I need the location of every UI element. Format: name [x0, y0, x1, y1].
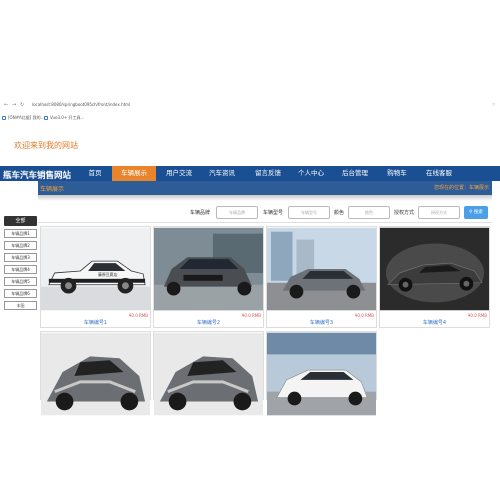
car-card[interactable]: ¥0.0 RMB 车辆编号4	[379, 226, 490, 328]
car-title[interactable]: 车辆编号4	[380, 319, 489, 326]
car-title[interactable]: 车辆编号2	[154, 319, 263, 326]
section-header: 车辆展示 您现在的位置：车辆展示	[38, 181, 492, 195]
car-title[interactable]: 车辆编号1	[41, 319, 150, 326]
site-brand[interactable]: 瓶车汽车销售网站	[3, 169, 71, 181]
method-filter-label: 授权方式	[394, 210, 415, 216]
address-bar[interactable]: localhost:8080/springboot095ch/front/ind…	[32, 102, 130, 107]
model-filter-label: 车辆型号	[263, 210, 284, 216]
nav-online-service[interactable]: 在线客服	[420, 166, 458, 181]
nav-user-forum[interactable]: 用户交流	[160, 166, 198, 181]
nav-user-center[interactable]: 个人中心	[292, 166, 330, 181]
car-price: ¥0.0 RMB	[241, 313, 261, 318]
folder-icon	[2, 116, 6, 120]
category-all[interactable]: 全部	[4, 216, 37, 226]
car-card[interactable]	[40, 331, 151, 416]
nav-home[interactable]: 首页	[78, 166, 112, 181]
category-item[interactable]: 车辆品牌4	[4, 265, 37, 274]
bookmarks-bar: [ON#A比据] 我的... Vue3.0+ 开工具...	[0, 114, 500, 124]
filter-divider	[38, 222, 492, 223]
main-navbar: 瓶车汽车销售网站 首页 车辆展示 用户交流 汽车资讯 留言反馈 个人中心 后台管…	[0, 166, 500, 181]
bookmark-item[interactable]: [ON#A比据] 我的...	[2, 115, 44, 121]
back-icon[interactable]: ←	[4, 102, 8, 108]
car-photo	[41, 332, 150, 416]
category-sidebar: 全部 车辆品牌1 车辆品牌2 车辆品牌3 车辆品牌4 车辆品牌5 车辆品牌6 丰…	[4, 216, 37, 310]
category-item[interactable]: 车辆品牌6	[4, 289, 37, 298]
model-filter-input[interactable]: 车辆型号	[288, 206, 330, 219]
car-price: ¥0.0 RMB	[128, 313, 148, 318]
brand-filter-input[interactable]: 车辆品牌	[216, 206, 258, 219]
nav-admin[interactable]: 后台管理	[336, 166, 374, 181]
category-item[interactable]: 车辆品牌3	[4, 253, 37, 262]
brand-filter-label: 车辆品牌	[190, 210, 211, 216]
car-photo	[154, 227, 263, 311]
nav-feedback[interactable]: 留言反馈	[248, 166, 288, 181]
car-card[interactable]: 藤原豆腐店 ¥0.0 RMB 车辆编号1	[40, 226, 151, 328]
car-photo: 藤原豆腐店	[41, 227, 150, 311]
browser-toolbar: ← → ↻ localhost:8080/springboot095ch/fro…	[0, 100, 500, 110]
car-photo	[154, 332, 263, 416]
header-shadow	[38, 195, 492, 201]
nav-car-news[interactable]: 汽车资讯	[203, 166, 241, 181]
car-title[interactable]: 车辆编号3	[267, 319, 376, 326]
category-item[interactable]: 车辆品牌5	[4, 277, 37, 286]
color-filter-input[interactable]: 颜色	[348, 206, 390, 219]
car-card[interactable]: ¥0.0 RMB 车辆编号2	[153, 226, 264, 328]
car-card[interactable]	[153, 331, 264, 416]
category-item[interactable]: 车辆品牌1	[4, 229, 37, 238]
star-icon[interactable]: ☆	[492, 102, 496, 108]
nav-cart[interactable]: 购物车	[380, 166, 414, 181]
search-button[interactable]: ⚲ 搜索	[464, 206, 488, 219]
car-card[interactable]: ¥0.0 RMB 车辆编号3	[266, 226, 377, 328]
category-item[interactable]: 丰田	[4, 301, 37, 310]
car-price: ¥0.0 RMB	[354, 313, 374, 318]
car-photo	[267, 332, 376, 416]
forward-icon[interactable]: →	[12, 102, 16, 108]
car-photo	[380, 227, 489, 311]
color-filter-label: 颜色	[334, 210, 345, 216]
svg-text:藤原豆腐店: 藤原豆腐店	[98, 272, 118, 277]
car-price: ¥0.0 RMB	[467, 313, 487, 318]
reload-icon[interactable]: ↻	[20, 102, 24, 108]
nav-car-showcase[interactable]: 车辆展示	[112, 166, 156, 181]
car-card[interactable]	[266, 331, 377, 416]
car-photo	[267, 227, 376, 311]
breadcrumb: 您现在的位置：车辆展示	[433, 185, 489, 191]
section-title: 车辆展示	[40, 186, 65, 193]
bookmark-item[interactable]: Vue3.0+ 开工具...	[44, 115, 84, 121]
category-item[interactable]: 车辆品牌2	[4, 241, 37, 250]
method-filter-input[interactable]: 授权方式	[418, 206, 460, 219]
search-icon: ⚲	[469, 210, 473, 215]
folder-icon	[44, 116, 48, 120]
welcome-text: 欢迎来到我的网站	[14, 141, 78, 150]
